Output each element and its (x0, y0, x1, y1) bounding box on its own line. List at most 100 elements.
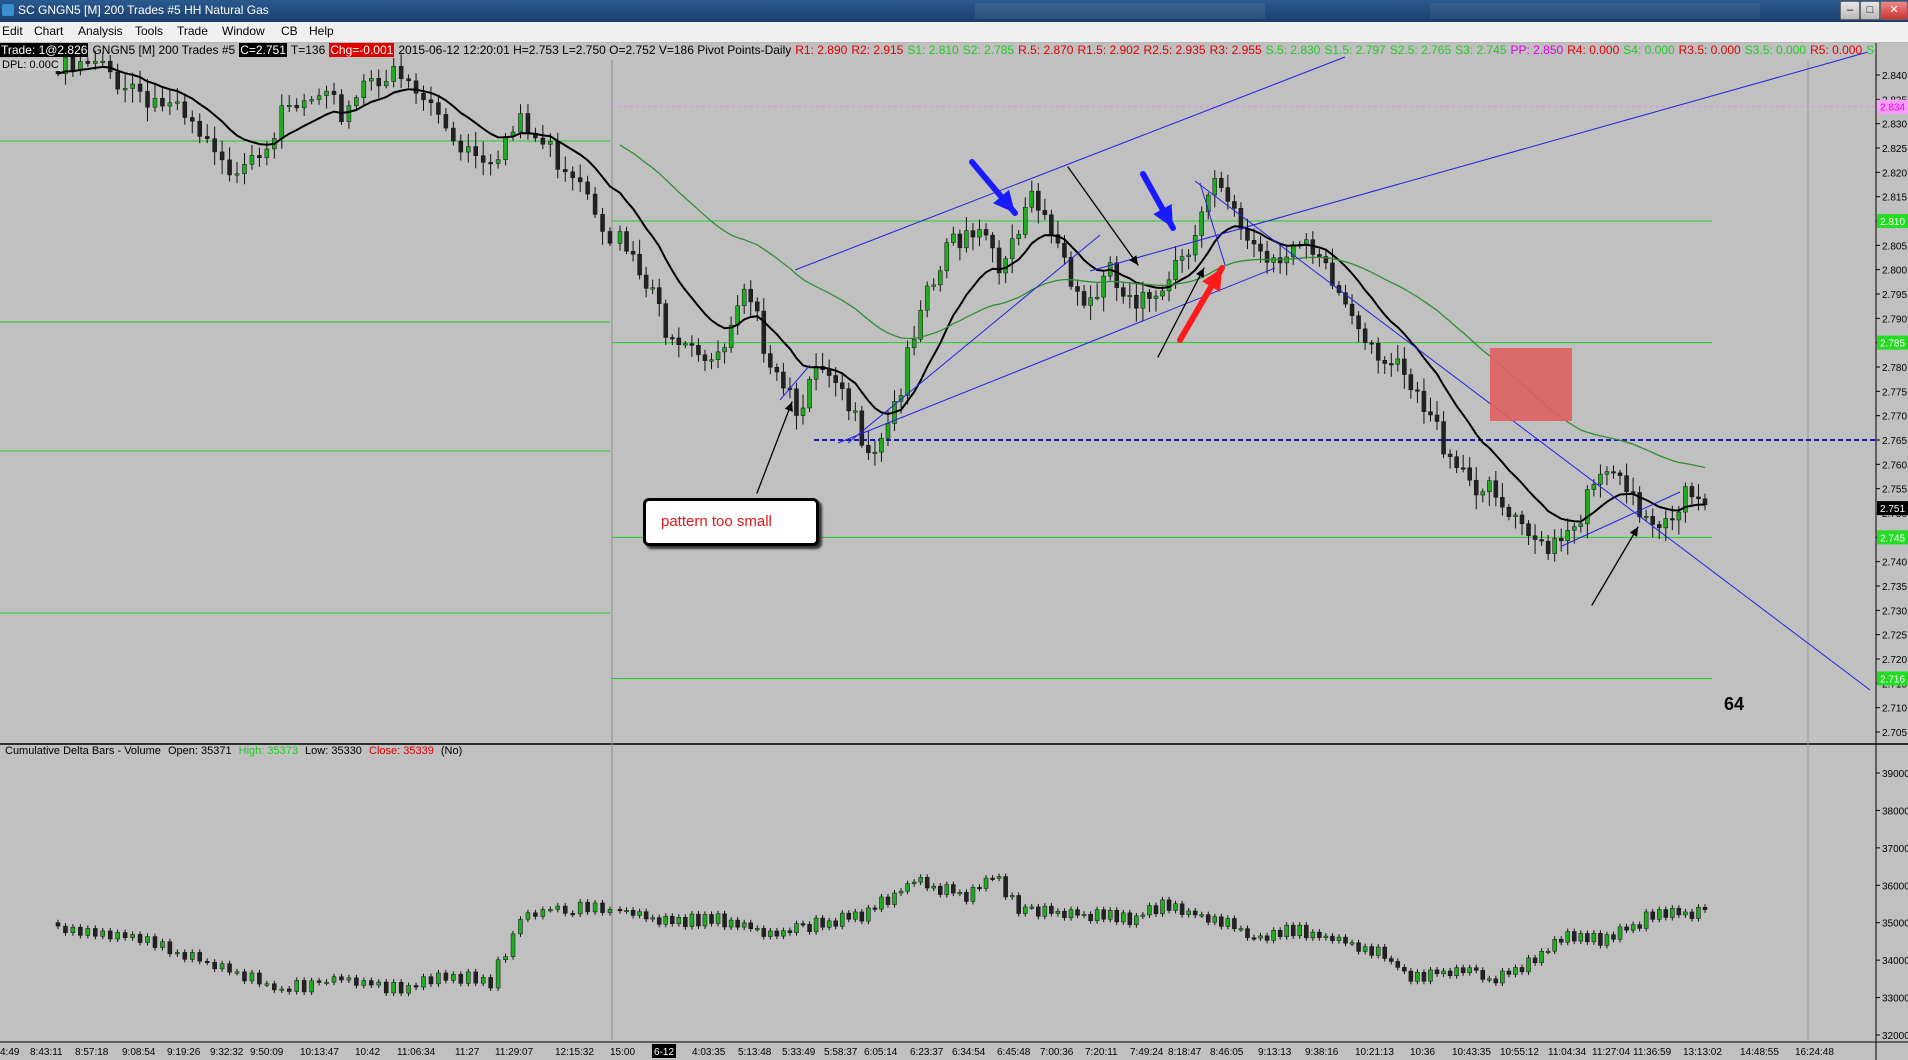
delta-bar (1009, 895, 1015, 898)
volume-tick-label: 33000 (1882, 994, 1908, 1005)
info-item: C=2.751 (239, 43, 287, 57)
close-button[interactable]: ✕ (1880, 1, 1908, 20)
delta-bar (1317, 931, 1322, 938)
delta-bar (1297, 924, 1303, 937)
delta-bar (1670, 907, 1675, 918)
candle-body (938, 270, 943, 286)
candle-body (1526, 523, 1531, 537)
candle-body (1454, 456, 1459, 468)
delta-bar (421, 976, 426, 988)
delta-bar (555, 905, 561, 910)
maximize-button[interactable]: □ (1860, 1, 1880, 20)
candle-body (1356, 315, 1361, 330)
delta-bar (480, 977, 486, 984)
menu-window[interactable]: Window (222, 24, 265, 38)
delta-bar (826, 920, 832, 928)
candle-body (1572, 526, 1577, 531)
delta-bar (885, 896, 891, 905)
price-tick-label: 2.830 (1882, 120, 1907, 131)
candle-body (650, 287, 655, 290)
delta-bar (1134, 915, 1139, 925)
time-tick-label: 10:55:12 (1500, 1047, 1539, 1058)
delta-bar (702, 914, 708, 927)
candle-body (1382, 360, 1387, 364)
delta-bar (264, 983, 270, 986)
time-tick-label: 7:49:24 (1130, 1047, 1164, 1058)
candle-body (1251, 240, 1257, 245)
delta-bar (768, 930, 773, 937)
time-tick-label: 8:46:05 (1210, 1047, 1244, 1058)
delta-bar (383, 981, 389, 994)
delta-bar (977, 887, 982, 890)
candle-body (709, 359, 714, 362)
delta-bar (1663, 909, 1669, 918)
delta-bar (495, 959, 501, 989)
candle-body (592, 193, 598, 215)
menu-tools[interactable]: Tools (135, 24, 163, 38)
candle-body (182, 101, 188, 118)
delta-bar (800, 923, 806, 926)
delta-bar (369, 980, 374, 986)
time-tick-label: 10:42 (355, 1047, 380, 1058)
delta-bar (1062, 910, 1067, 918)
delta-bar (1441, 970, 1446, 975)
candle-body (331, 90, 337, 95)
time-tick-label: 6:05:14 (864, 1047, 898, 1058)
candle-body (1375, 342, 1381, 361)
delta-bar (1153, 905, 1159, 915)
background-window-title (1430, 3, 1760, 19)
delta-bar (1206, 914, 1211, 923)
delta-bar (1094, 909, 1100, 921)
candle-body (1349, 303, 1355, 317)
price-tick-label: 2.780 (1882, 363, 1907, 374)
delta-bar (93, 928, 98, 937)
candle-body (1179, 256, 1185, 261)
chart-area[interactable]: 2.8402.8352.8302.8252.8202.8152.8102.805… (0, 43, 1908, 1060)
delta-bar (918, 877, 923, 883)
candle-body (1513, 514, 1518, 517)
volume-tick-label: 37000 (1882, 844, 1908, 855)
delta-bar (1487, 978, 1492, 981)
delta-bar (1114, 909, 1119, 923)
delta-bar (548, 909, 553, 912)
candle-body (324, 90, 329, 96)
time-tick-label: 8:18:47 (1168, 1047, 1202, 1058)
price-tick-label: 2.720 (1882, 655, 1907, 666)
delta-bar (1526, 957, 1531, 973)
delta-bar (643, 911, 649, 920)
menu-edit[interactable]: Edit (2, 24, 23, 38)
delta-bar (1473, 967, 1479, 971)
candle-body (859, 410, 865, 446)
candle-body (190, 117, 195, 122)
delta-bar (1585, 933, 1590, 943)
app-icon (2, 4, 14, 16)
delta-bar (1493, 978, 1499, 984)
time-tick-label: 6:23:37 (910, 1047, 944, 1058)
menu-bar: Edit Chart Analysis Tools Trade Window C… (0, 22, 1908, 43)
info-item: PP: 2.850 (1510, 43, 1564, 57)
minimize-button[interactable]: – (1840, 1, 1860, 20)
delta-bar (1382, 946, 1387, 959)
delta-bar (413, 985, 419, 988)
menu-trade[interactable]: Trade (177, 24, 208, 38)
time-tick-label: 4:03:35 (692, 1047, 726, 1058)
candle-body (1460, 467, 1466, 470)
delta-bar (1107, 909, 1113, 920)
delta-bar (1696, 906, 1701, 919)
time-tick-label: 6:34:54 (952, 1047, 986, 1058)
candle-body (577, 177, 583, 183)
menu-cb[interactable]: CB (281, 24, 298, 38)
candle-body (227, 159, 232, 176)
candle-body (866, 445, 871, 454)
delta-bar (1055, 910, 1061, 914)
menu-chart[interactable]: Chart (34, 24, 63, 38)
candle-body (1428, 411, 1433, 416)
delta-bar (540, 909, 546, 917)
candle-body (562, 169, 568, 173)
price-tick-label: 2.800 (1882, 266, 1907, 277)
candle-body (525, 113, 531, 134)
delta-bar (957, 892, 963, 895)
menu-help[interactable]: Help (309, 24, 334, 38)
menu-analysis[interactable]: Analysis (78, 24, 123, 38)
delta-bar (1565, 931, 1570, 943)
